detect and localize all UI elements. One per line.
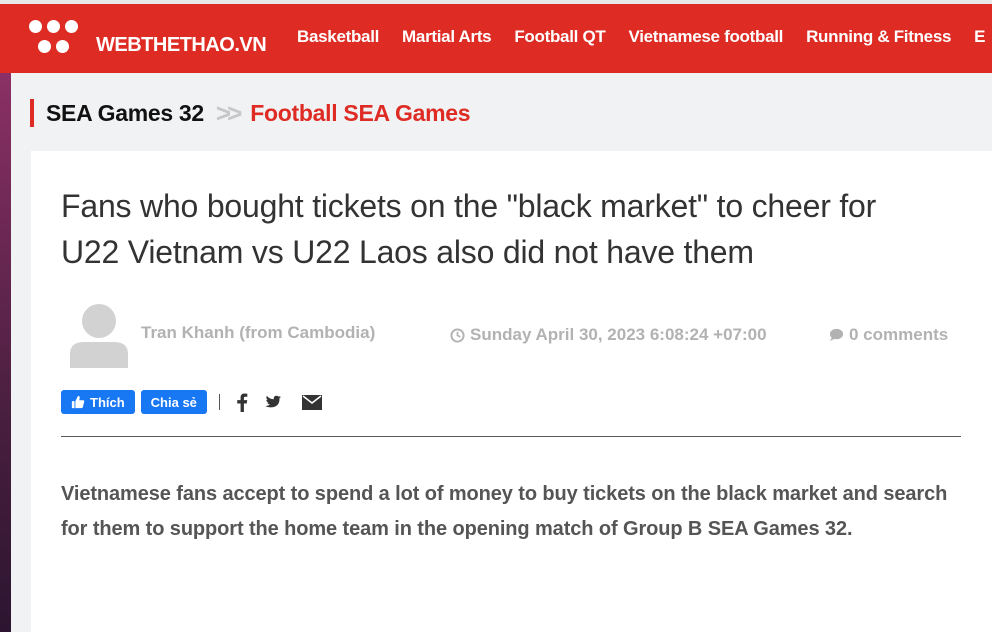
facebook-like-button[interactable]: Thích — [61, 390, 135, 414]
breadcrumb-accent-bar — [30, 99, 34, 127]
share-bar: Thích Chia sẻ — [61, 390, 338, 414]
publish-date-text: Sunday April 30, 2023 6:08:24 +07:00 — [470, 325, 767, 344]
nav-item-running-fitness[interactable]: Running & Fitness — [806, 27, 951, 47]
like-label: Thích — [90, 394, 125, 410]
author-avatar-icon — [70, 304, 128, 368]
logo-dots-icon — [26, 18, 82, 58]
nav-item-martial-arts[interactable]: Martial Arts — [402, 27, 492, 47]
header-divider — [61, 436, 961, 437]
left-side-banner — [0, 73, 11, 632]
comment-count-text: 0 comments — [849, 325, 949, 344]
article-title: Fans who bought tickets on the "black ma… — [61, 188, 877, 270]
comment-count[interactable]: 0 comments — [829, 325, 948, 345]
breadcrumb-separator-icon: >> — [215, 97, 242, 128]
nav-item-vietnamese-football[interactable]: Vietnamese football — [628, 27, 783, 47]
article-card: Fans who bought tickets on the "black ma… — [31, 151, 992, 632]
thumbs-up-icon — [71, 395, 85, 409]
share-label: Chia sẻ — [150, 394, 197, 410]
logo-text: WEBTHETHAO.VN — [96, 34, 267, 56]
breadcrumb: SEA Games 32 >> Football SEA Games — [30, 93, 471, 133]
author-name[interactable]: Tran Khanh (from Cambodia) — [141, 323, 375, 343]
nav-item-football-qt[interactable]: Football QT — [514, 27, 605, 47]
share-divider — [218, 394, 220, 410]
email-icon[interactable] — [301, 394, 322, 410]
breadcrumb-current[interactable]: Football SEA Games — [250, 100, 470, 127]
facebook-icon[interactable] — [236, 392, 248, 412]
site-logo[interactable]: WEBTHETHAO.VN — [26, 18, 276, 58]
breadcrumb-parent[interactable]: SEA Games 32 — [46, 100, 204, 127]
comment-bubble-icon — [829, 328, 844, 342]
nav-item-basketball[interactable]: Basketball — [297, 27, 379, 47]
article-lead: Vietnamese fans accept to spend a lot of… — [61, 483, 948, 540]
main-nav: Basketball Martial Arts Football QT Viet… — [297, 27, 992, 47]
nav-item-overflow[interactable]: E — [974, 27, 985, 47]
clock-icon — [450, 327, 465, 343]
twitter-icon[interactable] — [264, 393, 286, 411]
site-header: WEBTHETHAO.VN Basketball Martial Arts Fo… — [0, 4, 992, 73]
publish-date: Sunday April 30, 2023 6:08:24 +07:00 — [450, 325, 767, 345]
facebook-share-button[interactable]: Chia sẻ — [140, 390, 207, 414]
